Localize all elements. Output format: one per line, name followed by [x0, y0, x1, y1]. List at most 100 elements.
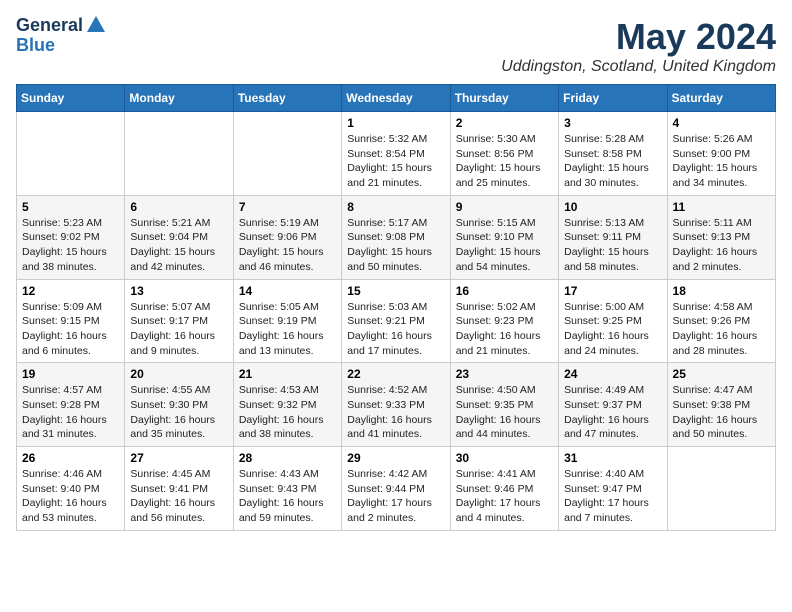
calendar-cell: 8 Sunrise: 5:17 AM Sunset: 9:08 PM Daylig… [342, 195, 450, 279]
calendar-cell: 12 Sunrise: 5:09 AM Sunset: 9:15 PM Dayli… [17, 279, 125, 363]
day-info: Sunrise: 5:19 AM Sunset: 9:06 PM Dayligh… [239, 216, 336, 275]
calendar-cell: 14 Sunrise: 5:05 AM Sunset: 9:19 PM Dayli… [233, 279, 341, 363]
day-info: Sunrise: 4:52 AM Sunset: 9:33 PM Dayligh… [347, 383, 444, 442]
day-number: 23 [456, 367, 553, 381]
calendar-cell: 22 Sunrise: 4:52 AM Sunset: 9:33 PM Dayli… [342, 363, 450, 447]
day-number: 18 [673, 284, 770, 298]
day-info: Sunrise: 4:47 AM Sunset: 9:38 PM Dayligh… [673, 383, 770, 442]
day-number: 16 [456, 284, 553, 298]
day-info: Sunrise: 4:42 AM Sunset: 9:44 PM Dayligh… [347, 467, 444, 526]
calendar-cell: 17 Sunrise: 5:00 AM Sunset: 9:25 PM Dayli… [559, 279, 667, 363]
day-number: 2 [456, 116, 553, 130]
day-number: 10 [564, 200, 661, 214]
calendar-cell: 29 Sunrise: 4:42 AM Sunset: 9:44 PM Dayli… [342, 447, 450, 531]
day-number: 21 [239, 367, 336, 381]
day-number: 17 [564, 284, 661, 298]
day-info: Sunrise: 4:49 AM Sunset: 9:37 PM Dayligh… [564, 383, 661, 442]
calendar-cell: 15 Sunrise: 5:03 AM Sunset: 9:21 PM Dayli… [342, 279, 450, 363]
day-number: 26 [22, 451, 119, 465]
day-info: Sunrise: 5:26 AM Sunset: 9:00 PM Dayligh… [673, 132, 770, 191]
calendar-cell [17, 112, 125, 196]
day-info: Sunrise: 5:28 AM Sunset: 8:58 PM Dayligh… [564, 132, 661, 191]
calendar-cell: 10 Sunrise: 5:13 AM Sunset: 9:11 PM Dayli… [559, 195, 667, 279]
day-number: 12 [22, 284, 119, 298]
day-number: 31 [564, 451, 661, 465]
calendar-cell: 6Sunrise: 5:21 AM Sunset: 9:04 PM Daylig… [125, 195, 233, 279]
day-number: 22 [347, 367, 444, 381]
calendar-cell: 23 Sunrise: 4:50 AM Sunset: 9:35 PM Dayli… [450, 363, 558, 447]
calendar-cell: 16 Sunrise: 5:02 AM Sunset: 9:23 PM Dayli… [450, 279, 558, 363]
calendar-week-2: 5 Sunrise: 5:23 AM Sunset: 9:02 PM Daylig… [17, 195, 776, 279]
day-number: 11 [673, 200, 770, 214]
day-info: Sunrise: 5:17 AM Sunset: 9:08 PM Dayligh… [347, 216, 444, 275]
month-title: May 2024 [501, 16, 776, 58]
day-info: Sunrise: 5:00 AM Sunset: 9:25 PM Dayligh… [564, 300, 661, 359]
calendar-cell [125, 112, 233, 196]
day-header-sunday: Sunday [17, 85, 125, 112]
day-info: Sunrise: 5:02 AM Sunset: 9:23 PM Dayligh… [456, 300, 553, 359]
day-header-wednesday: Wednesday [342, 85, 450, 112]
calendar-cell: 31Sunrise: 4:40 AM Sunset: 9:47 PM Dayli… [559, 447, 667, 531]
day-info: Sunrise: 4:46 AM Sunset: 9:40 PM Dayligh… [22, 467, 119, 526]
location: Uddingston, Scotland, United Kingdom [501, 58, 776, 76]
day-info: Sunrise: 5:32 AM Sunset: 8:54 PM Dayligh… [347, 132, 444, 191]
day-number: 1 [347, 116, 444, 130]
day-info: Sunrise: 5:03 AM Sunset: 9:21 PM Dayligh… [347, 300, 444, 359]
calendar-cell: 5 Sunrise: 5:23 AM Sunset: 9:02 PM Daylig… [17, 195, 125, 279]
day-info: Sunrise: 4:50 AM Sunset: 9:35 PM Dayligh… [456, 383, 553, 442]
day-number: 9 [456, 200, 553, 214]
day-info: Sunrise: 5:11 AM Sunset: 9:13 PM Dayligh… [673, 216, 770, 275]
day-info: Sunrise: 4:58 AM Sunset: 9:26 PM Dayligh… [673, 300, 770, 359]
day-number: 20 [130, 367, 227, 381]
day-number: 5 [22, 200, 119, 214]
day-number: 3 [564, 116, 661, 130]
calendar-cell: 4Sunrise: 5:26 AM Sunset: 9:00 PM Daylig… [667, 112, 775, 196]
day-info: Sunrise: 4:55 AM Sunset: 9:30 PM Dayligh… [130, 383, 227, 442]
day-info: Sunrise: 4:41 AM Sunset: 9:46 PM Dayligh… [456, 467, 553, 526]
day-header-monday: Monday [125, 85, 233, 112]
day-info: Sunrise: 4:57 AM Sunset: 9:28 PM Dayligh… [22, 383, 119, 442]
day-number: 19 [22, 367, 119, 381]
day-info: Sunrise: 5:15 AM Sunset: 9:10 PM Dayligh… [456, 216, 553, 275]
day-info: Sunrise: 5:09 AM Sunset: 9:15 PM Dayligh… [22, 300, 119, 359]
calendar-cell: 19 Sunrise: 4:57 AM Sunset: 9:28 PM Dayli… [17, 363, 125, 447]
day-info: Sunrise: 5:30 AM Sunset: 8:56 PM Dayligh… [456, 132, 553, 191]
calendar-cell: 26 Sunrise: 4:46 AM Sunset: 9:40 PM Dayli… [17, 447, 125, 531]
day-info: Sunrise: 4:45 AM Sunset: 9:41 PM Dayligh… [130, 467, 227, 526]
calendar-cell: 1 Sunrise: 5:32 AM Sunset: 8:54 PM Daylig… [342, 112, 450, 196]
title-block: May 2024 Uddingston, Scotland, United Ki… [501, 16, 776, 76]
day-header-friday: Friday [559, 85, 667, 112]
day-number: 28 [239, 451, 336, 465]
day-number: 30 [456, 451, 553, 465]
calendar-week-5: 26 Sunrise: 4:46 AM Sunset: 9:40 PM Dayli… [17, 447, 776, 531]
day-number: 14 [239, 284, 336, 298]
calendar-cell [233, 112, 341, 196]
calendar-cell: 2 Sunrise: 5:30 AM Sunset: 8:56 PM Daylig… [450, 112, 558, 196]
day-info: Sunrise: 5:05 AM Sunset: 9:19 PM Dayligh… [239, 300, 336, 359]
day-info: Sunrise: 5:13 AM Sunset: 9:11 PM Dayligh… [564, 216, 661, 275]
page-header: General Blue May 2024 Uddingston, Scotla… [16, 16, 776, 76]
day-number: 7 [239, 200, 336, 214]
day-info: Sunrise: 5:23 AM Sunset: 9:02 PM Dayligh… [22, 216, 119, 275]
day-number: 13 [130, 284, 227, 298]
calendar-cell: 18 Sunrise: 4:58 AM Sunset: 9:26 PM Dayli… [667, 279, 775, 363]
calendar-cell: 11 Sunrise: 5:11 AM Sunset: 9:13 PM Dayli… [667, 195, 775, 279]
calendar-week-1: 1 Sunrise: 5:32 AM Sunset: 8:54 PM Daylig… [17, 112, 776, 196]
calendar-cell [667, 447, 775, 531]
day-header-saturday: Saturday [667, 85, 775, 112]
logo-general: General [16, 16, 83, 36]
day-header-tuesday: Tuesday [233, 85, 341, 112]
calendar-cell: 30 Sunrise: 4:41 AM Sunset: 9:46 PM Dayli… [450, 447, 558, 531]
day-number: 8 [347, 200, 444, 214]
calendar-header-row: SundayMondayTuesdayWednesdayThursdayFrid… [17, 85, 776, 112]
calendar-cell: 25Sunrise: 4:47 AM Sunset: 9:38 PM Dayli… [667, 363, 775, 447]
day-number: 29 [347, 451, 444, 465]
day-header-thursday: Thursday [450, 85, 558, 112]
day-info: Sunrise: 4:53 AM Sunset: 9:32 PM Dayligh… [239, 383, 336, 442]
calendar-cell: 3 Sunrise: 5:28 AM Sunset: 8:58 PM Daylig… [559, 112, 667, 196]
calendar-cell: 7 Sunrise: 5:19 AM Sunset: 9:06 PM Daylig… [233, 195, 341, 279]
calendar-cell: 13Sunrise: 5:07 AM Sunset: 9:17 PM Dayli… [125, 279, 233, 363]
day-number: 15 [347, 284, 444, 298]
day-number: 27 [130, 451, 227, 465]
calendar-cell: 21 Sunrise: 4:53 AM Sunset: 9:32 PM Dayli… [233, 363, 341, 447]
